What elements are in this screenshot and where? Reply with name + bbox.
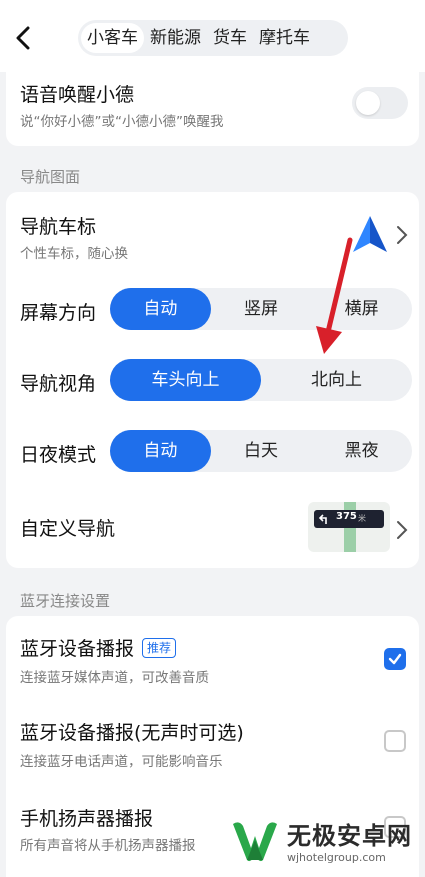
speaker-title: 手机扬声器播报 xyxy=(20,808,154,830)
toggle-knob xyxy=(356,91,380,115)
bt-call-title: 蓝牙设备播报(无声时可选) xyxy=(20,722,244,744)
daynight-option-day[interactable]: 白天 xyxy=(211,430,312,472)
voice-wake-subtitle: 说“你好小德”或“小德小德”唤醒我 xyxy=(20,114,224,130)
custom-nav-row[interactable]: 自定义导航 375 米 xyxy=(6,492,419,568)
section-heading-bluetooth: 蓝牙连接设置 xyxy=(20,592,111,610)
tab-new-energy[interactable]: 新能源 xyxy=(144,23,207,53)
preview-distance: 375 xyxy=(336,511,357,522)
vehicle-type-tabs: 小客车 新能源 货车 摩托车 xyxy=(78,20,348,56)
view-angle-label: 导航视角 xyxy=(20,373,97,395)
chevron-right-icon xyxy=(397,226,408,244)
bt-call-checkbox[interactable] xyxy=(384,730,406,752)
day-night-selector: 自动 白天 黑夜 xyxy=(110,430,412,472)
voice-wake-card: 语音唤醒小德 说“你好小德”或“小德小德”唤醒我 xyxy=(6,72,419,146)
bt-media-subtitle: 连接蓝牙媒体声道，可改善音质 xyxy=(20,670,209,686)
speaker-subtitle: 所有声音将从手机扬声器播报 xyxy=(20,838,196,854)
orientation-option-auto[interactable]: 自动 xyxy=(110,288,211,330)
tab-car[interactable]: 小客车 xyxy=(81,23,144,53)
watermark-url: wjhotelgroup.com xyxy=(287,851,386,864)
watermark-title: 无极安卓网 xyxy=(287,822,412,850)
daynight-option-auto[interactable]: 自动 xyxy=(110,430,211,472)
screen-orientation-selector: 自动 竖屏 横屏 xyxy=(110,288,412,330)
bt-media-title: 蓝牙设备播报 推荐 xyxy=(20,634,177,661)
day-night-label: 日夜模式 xyxy=(20,444,97,466)
bt-item-call[interactable]: 蓝牙设备播报(无声时可选) 连接蓝牙电话声道，可能影响音乐 xyxy=(6,700,419,784)
section-heading-nav: 导航图面 xyxy=(20,168,81,186)
bt-media-title-text: 蓝牙设备播报 xyxy=(20,638,135,660)
tab-motorcycle[interactable]: 摩托车 xyxy=(253,23,316,53)
chevron-left-icon xyxy=(16,26,30,50)
preview-unit: 米 xyxy=(358,514,366,523)
recommend-badge: 推荐 xyxy=(142,638,177,658)
watermark-text: 无极安卓网 wjhotelgroup.com xyxy=(287,816,412,864)
view-angle-selector: 车头向上 北向上 xyxy=(110,359,412,401)
chevron-right-icon xyxy=(397,521,408,539)
bt-item-media[interactable]: 蓝牙设备播报 推荐 连接蓝牙媒体声道，可改善音质 xyxy=(6,616,419,698)
custom-nav-preview: 375 米 xyxy=(308,502,390,552)
voice-wake-toggle[interactable] xyxy=(352,87,408,119)
back-button[interactable] xyxy=(10,20,36,56)
watermark: 无极安卓网 wjhotelgroup.com xyxy=(229,809,419,871)
view-option-heading-up[interactable]: 车头向上 xyxy=(110,359,261,401)
daynight-option-night[interactable]: 黑夜 xyxy=(311,430,412,472)
annotation-arrow xyxy=(316,237,353,354)
bt-media-checkbox[interactable] xyxy=(384,648,406,670)
voice-wake-title: 语音唤醒小德 xyxy=(20,84,135,106)
view-option-north-up[interactable]: 北向上 xyxy=(261,359,412,401)
orientation-option-portrait[interactable]: 竖屏 xyxy=(211,288,312,330)
turn-left-icon xyxy=(318,514,327,524)
screen-orientation-label: 屏幕方向 xyxy=(20,302,97,324)
checkmark-icon xyxy=(388,653,402,665)
custom-nav-title: 自定义导航 xyxy=(20,518,116,540)
top-bar: 小客车 新能源 货车 摩托车 xyxy=(0,0,425,72)
watermark-logo-icon xyxy=(233,822,277,862)
car-icon-subtitle: 个性车标，随心换 xyxy=(20,246,128,262)
car-icon-title: 导航车标 xyxy=(20,216,97,238)
bt-call-subtitle: 连接蓝牙电话声道，可能影响音乐 xyxy=(20,754,223,770)
tab-truck[interactable]: 货车 xyxy=(207,23,253,53)
preview-guide-panel: 375 米 xyxy=(314,510,384,528)
